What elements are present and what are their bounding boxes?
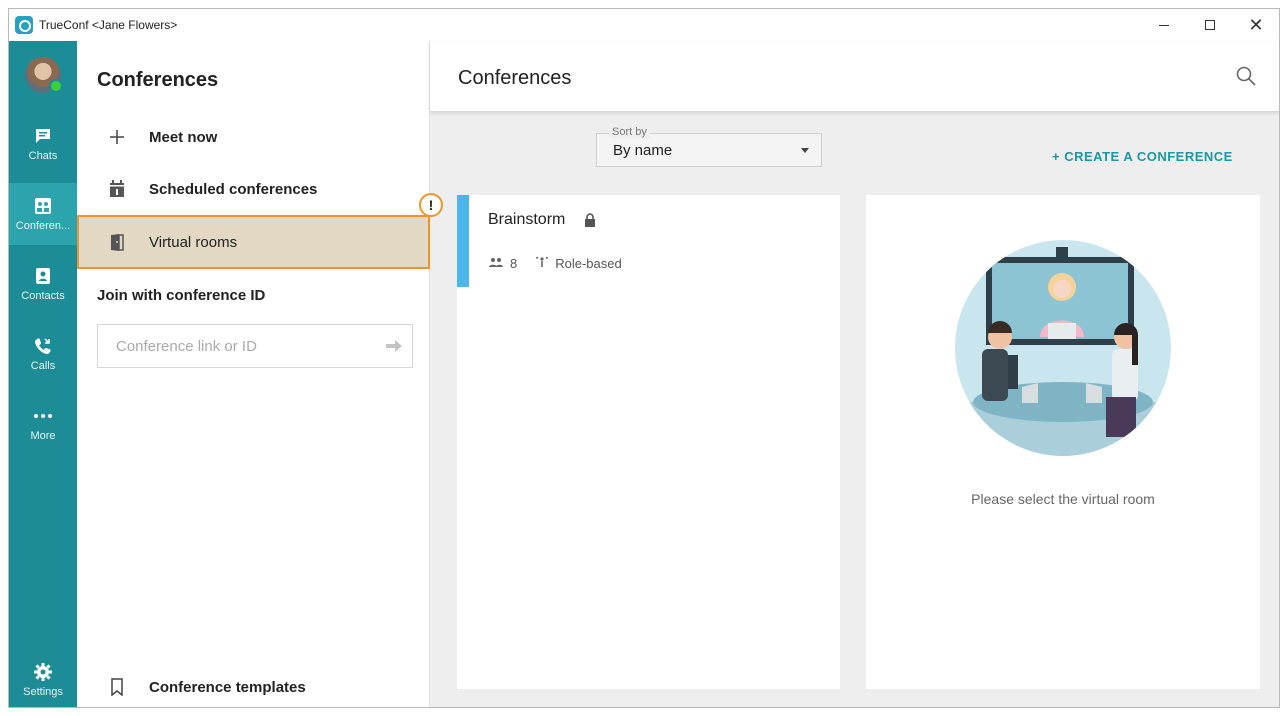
rail-label-conferences: Conferen... (15, 220, 71, 232)
lock-icon (584, 213, 596, 232)
conferences-menu-panel: Conferences Meet now Scheduled conferenc… (77, 41, 443, 707)
gear-icon (33, 662, 53, 682)
minimize-icon (1159, 24, 1169, 26)
sort-by-select[interactable]: Sort by By name (596, 126, 822, 167)
alert-badge-icon: ! (419, 193, 443, 217)
conference-mode: Role-based (555, 256, 622, 271)
more-icon (33, 406, 53, 426)
conference-icon (33, 196, 53, 216)
rail-label-chats: Chats (28, 150, 58, 162)
role-based-mode-icon (535, 256, 549, 271)
meeting-illustration (952, 237, 1174, 459)
bookmark-icon (107, 678, 127, 696)
calendar-icon (107, 180, 127, 198)
rail-label-more: More (30, 430, 56, 442)
rail-label-calls: Calls (30, 360, 56, 372)
contacts-icon (33, 266, 53, 286)
participant-count: 8 (510, 256, 518, 271)
conference-id-field (97, 324, 413, 368)
maximize-icon (1205, 20, 1215, 30)
rail-item-conferences[interactable]: Conferen... (9, 183, 77, 245)
rail-item-chats[interactable]: Chats (9, 113, 77, 175)
door-icon (107, 233, 127, 251)
window-title: TrueConf <Jane Flowers> (39, 18, 178, 32)
rail-item-contacts[interactable]: Contacts (9, 253, 77, 315)
menu-item-label: Scheduled conferences (149, 180, 318, 198)
menu-item-scheduled-conferences[interactable]: Scheduled conferences (77, 165, 430, 213)
chevron-down-icon (801, 148, 809, 153)
room-detail-panel: Please select the virtual room (866, 195, 1260, 689)
rail-label-settings: Settings (23, 686, 63, 698)
chat-icon (33, 126, 53, 146)
sort-by-label: Sort by (609, 126, 650, 138)
room-card[interactable]: Brainstorm 8 Role-based (457, 195, 840, 287)
rail-item-settings[interactable]: Settings (9, 651, 77, 707)
maximize-button[interactable] (1187, 9, 1233, 41)
menu-item-label: Virtual rooms (149, 233, 238, 251)
search-icon[interactable] (1235, 65, 1259, 89)
rail-label-contacts: Contacts (21, 290, 65, 302)
panel-title: Conferences (97, 69, 219, 91)
trueconf-logo-icon (15, 16, 33, 34)
room-name: Brainstorm (488, 211, 566, 228)
minimize-button[interactable] (1141, 9, 1187, 41)
menu-item-meet-now[interactable]: Meet now (77, 113, 430, 161)
room-meta: 8 Role-based (488, 256, 622, 271)
conference-id-input[interactable] (98, 325, 376, 367)
plus-icon (107, 129, 127, 145)
menu-item-virtual-rooms[interactable]: Virtual rooms (77, 215, 430, 269)
title-bar: TrueConf <Jane Flowers> ✕ (9, 9, 1279, 41)
rail-item-more[interactable]: More (9, 393, 77, 455)
create-conference-button[interactable]: + CREATE A CONFERENCE (1052, 149, 1233, 164)
app-window: TrueConf <Jane Flowers> ✕ Chats Conferen… (8, 8, 1280, 708)
participants-icon (488, 256, 504, 271)
menu-item-label: Conference templates (149, 678, 306, 696)
main-content: Conferences Sort by By name + CREATE A C… (430, 41, 1279, 707)
join-conference-title: Join with conference ID (97, 287, 266, 304)
close-icon: ✕ (1248, 14, 1264, 36)
presence-online-indicator (49, 79, 63, 93)
calls-icon (33, 336, 53, 356)
room-selected-accent (457, 195, 469, 287)
arrow-right-icon[interactable] (376, 340, 412, 352)
menu-item-conference-templates[interactable]: Conference templates (77, 665, 430, 707)
rail-item-calls[interactable]: Calls (9, 323, 77, 385)
menu-item-label: Meet now (149, 128, 218, 146)
main-header: Conferences (430, 41, 1279, 111)
page-title: Conferences (458, 67, 572, 89)
nav-rail: Chats Conferen... Contacts Calls More Se… (9, 41, 77, 707)
empty-state-text: Please select the virtual room (971, 491, 1155, 507)
sort-by-value: By name (613, 142, 673, 159)
close-button[interactable]: ✕ (1233, 9, 1279, 41)
window-controls: ✕ (1141, 9, 1279, 41)
virtual-room-list: Brainstorm 8 Role-based (457, 195, 840, 689)
